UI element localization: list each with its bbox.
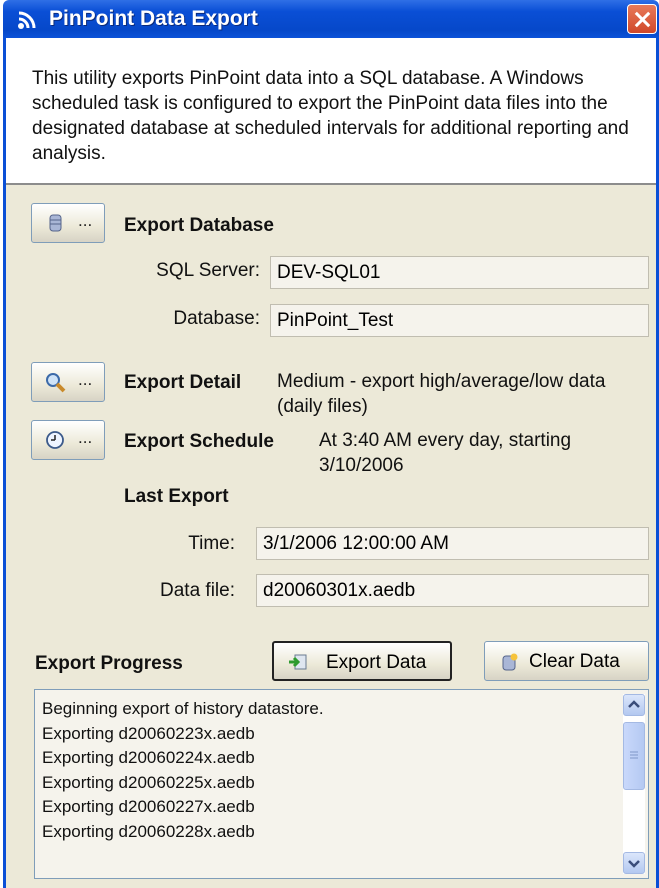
export-detail-value: Medium - export high/average/low data (d… <box>277 371 606 417</box>
database-field[interactable]: PinPoint_Test <box>270 304 649 337</box>
log-line: Exporting d20060227x.aedb <box>42 797 255 816</box>
scroll-down-icon[interactable] <box>623 852 645 874</box>
log-lines: Beginning export of history datastore. Ex… <box>42 697 324 844</box>
last-export-time-field[interactable]: 3/1/2006 12:00:00 AM <box>256 527 649 560</box>
time-label: Time: <box>188 533 235 554</box>
data-file-label: Data file: <box>160 580 235 601</box>
intro-text: This utility exports PinPoint data into … <box>32 68 629 164</box>
magnifier-icon <box>46 373 66 393</box>
export-schedule-value: At 3:40 AM every day, starting 3/10/2006 <box>319 430 572 476</box>
close-icon[interactable] <box>627 4 657 34</box>
log-line: Beginning export of history datastore. <box>42 699 324 718</box>
export-database-heading: Export Database <box>124 215 274 236</box>
export-detail-button[interactable]: ... <box>31 362 105 402</box>
rss-icon <box>18 11 36 29</box>
window-title: PinPoint Data Export <box>49 7 258 30</box>
log-line: Exporting d20060228x.aedb <box>42 821 255 841</box>
sql-server-label: SQL Server: <box>156 260 260 281</box>
export-log[interactable]: Beginning export of history datastore. Ex… <box>34 689 649 879</box>
clock-icon <box>46 431 64 449</box>
scroll-thumb[interactable] <box>623 722 645 790</box>
export-arrow-icon <box>289 654 307 670</box>
export-schedule-heading: Export Schedule <box>124 431 274 452</box>
ellipsis: ... <box>78 370 93 389</box>
log-line: Exporting d20060224x.aedb <box>42 748 255 767</box>
export-schedule-button[interactable]: ... <box>31 420 105 460</box>
export-database-button[interactable]: ... <box>31 203 105 243</box>
clear-data-label: Clear Data <box>529 651 620 672</box>
log-line: Exporting d20060223x.aedb <box>42 723 255 743</box>
log-line: Exporting d20060225x.aedb <box>42 772 255 792</box>
ellipsis: ... <box>78 211 93 230</box>
last-export-heading: Last Export <box>124 486 229 507</box>
export-data-button[interactable]: Export Data <box>272 641 452 681</box>
export-progress-heading: Export Progress <box>35 653 183 674</box>
database-icon <box>49 214 62 232</box>
last-export-data-file-field[interactable]: d20060301x.aedb <box>256 574 649 607</box>
title-bar[interactable]: PinPoint Data Export <box>3 0 659 38</box>
clear-data-button[interactable]: Clear Data <box>484 641 649 681</box>
ellipsis: ... <box>78 428 93 447</box>
database-label: Database: <box>173 308 260 329</box>
export-window: PinPoint Data Export This utility export… <box>0 0 659 888</box>
export-detail-heading: Export Detail <box>124 372 242 393</box>
log-scrollbar[interactable] <box>623 694 645 874</box>
intro-panel: This utility exports PinPoint data into … <box>6 38 656 185</box>
clear-data-icon <box>502 653 518 671</box>
sql-server-field[interactable]: DEV-SQL01 <box>270 256 649 289</box>
export-data-label: Export Data <box>326 652 427 673</box>
scroll-up-icon[interactable] <box>623 694 645 716</box>
